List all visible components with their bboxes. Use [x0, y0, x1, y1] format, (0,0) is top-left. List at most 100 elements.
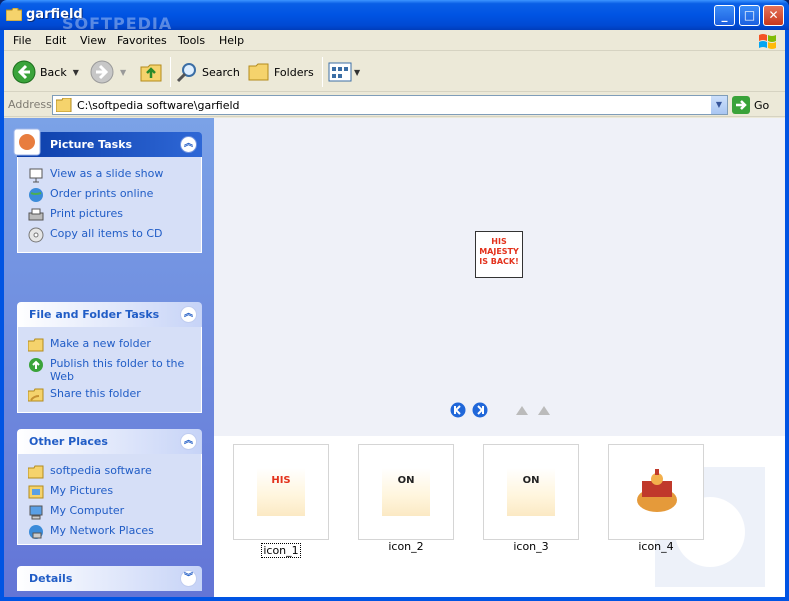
chevron-down-icon[interactable]: ▼ [120, 68, 126, 77]
globe-icon [29, 188, 43, 202]
go-arrow-icon [732, 96, 750, 114]
thumbnail-frame: ON [358, 444, 454, 540]
menu-view[interactable]: View [80, 34, 106, 47]
thumbnail[interactable]: HIS icon_1 [233, 444, 329, 558]
up-folder-button[interactable] [140, 58, 162, 86]
thumbnail[interactable]: ON icon_3 [483, 444, 579, 553]
next-image-icon[interactable] [472, 402, 488, 418]
thumbnail-image: ON [507, 468, 555, 516]
place-my-network[interactable]: My Network Places [28, 524, 201, 540]
folders-button[interactable]: Folders [248, 58, 314, 86]
maximize-button[interactable]: □ [739, 5, 760, 26]
rotate-clockwise-icon[interactable] [514, 403, 530, 417]
task-pane: Picture Tasks ︽ View as a slide show Ord… [4, 118, 214, 597]
go-label: Go [754, 98, 770, 112]
back-label: Back [40, 65, 67, 79]
other-places-title: Other Places [29, 435, 108, 448]
title-bar[interactable]: garfield SOFTPEDIA _ □ ✕ [0, 0, 789, 33]
task-label: Publish this folder to the Web [50, 357, 185, 383]
network-places-icon [29, 525, 43, 539]
task-print-pictures[interactable]: Print pictures [28, 207, 201, 223]
menu-edit[interactable]: Edit [45, 34, 66, 47]
thumbnail[interactable]: ON icon_2 [358, 444, 454, 553]
task-label: Order prints online [50, 187, 154, 200]
minimize-button[interactable]: _ [714, 5, 735, 26]
file-folder-tasks-body: Make a new folder Publish this folder to… [17, 327, 202, 413]
task-slideshow[interactable]: View as a slide show [28, 167, 201, 183]
collapse-icon[interactable]: ︽ [180, 433, 197, 450]
details-header[interactable]: Details ︾ [17, 566, 202, 591]
go-button[interactable]: Go [732, 96, 769, 114]
computer-icon [29, 505, 43, 520]
picture-tasks-panel: Picture Tasks ︽ View as a slide show Ord… [13, 128, 202, 253]
picture-tasks-header[interactable]: Picture Tasks ︽ [13, 128, 202, 157]
task-share-folder[interactable]: Share this folder [28, 387, 201, 403]
forward-arrow-icon [90, 60, 114, 84]
file-folder-tasks-header[interactable]: File and Folder Tasks ︽ [17, 302, 202, 327]
task-order-prints[interactable]: Order prints online [28, 187, 201, 203]
chevron-down-icon[interactable]: ▼ [73, 68, 79, 77]
filmstrip: HIS icon_1 ON icon_2 ON icon_3 icon_4 [214, 438, 785, 597]
place-my-pictures[interactable]: My Pictures [28, 484, 201, 500]
menu-file[interactable]: File [13, 34, 31, 47]
expand-icon[interactable]: ︾ [180, 570, 197, 587]
task-label: Copy all items to CD [50, 227, 163, 240]
publish-globe-icon [29, 358, 43, 372]
task-publish-web[interactable]: Publish this folder to the Web [28, 357, 201, 383]
filmstrip-view: HIS MAJESTY IS BACK! HIS icon_1 ON icon_… [214, 118, 785, 597]
new-folder-icon [28, 338, 44, 352]
preview-image: HIS MAJESTY IS BACK! [475, 231, 523, 278]
close-icon: ✕ [768, 8, 779, 22]
address-input[interactable]: C:\softpedia software\garfield ▼ [52, 95, 728, 115]
views-button[interactable]: ▼ [328, 58, 360, 86]
folders-label: Folders [274, 65, 314, 79]
my-pictures-icon [28, 485, 44, 499]
details-title: Details [29, 572, 73, 585]
menu-favorites[interactable]: Favorites [117, 34, 167, 47]
back-arrow-icon [12, 60, 36, 84]
menu-bar: File Edit View Favorites Tools Help [4, 30, 785, 51]
details-panel: Details ︾ [17, 566, 202, 591]
filmstrip-controls [450, 402, 552, 418]
other-places-panel: Other Places ︽ softpedia software My Pic… [17, 429, 202, 545]
place-label: softpedia software [50, 464, 152, 477]
collapse-icon[interactable]: ︽ [180, 136, 197, 153]
close-button[interactable]: ✕ [763, 5, 784, 26]
cd-icon [28, 227, 44, 243]
other-places-header[interactable]: Other Places ︽ [17, 429, 202, 454]
printer-icon [28, 208, 44, 221]
forward-button[interactable]: ▼ [90, 58, 126, 86]
picture-tasks-title: Picture Tasks [50, 138, 133, 151]
back-button[interactable]: Back ▼ [12, 58, 79, 86]
address-dropdown-button[interactable]: ▼ [710, 96, 727, 114]
toolbar-separator [322, 57, 323, 87]
task-new-folder[interactable]: Make a new folder [28, 337, 201, 353]
place-my-computer[interactable]: My Computer [28, 504, 201, 520]
task-copy-cd[interactable]: Copy all items to CD [28, 227, 201, 243]
rotate-counterclockwise-icon[interactable] [536, 403, 552, 417]
menu-help[interactable]: Help [219, 34, 244, 47]
picture-tasks-body: View as a slide show Order prints online… [17, 157, 202, 253]
menu-tools[interactable]: Tools [178, 34, 205, 47]
share-folder-icon [28, 388, 44, 402]
window-client: File Edit View Favorites Tools Help Back [4, 30, 785, 597]
task-label: Print pictures [50, 207, 123, 220]
search-button[interactable]: Search [176, 58, 240, 86]
folders-icon [248, 63, 269, 81]
search-label: Search [202, 65, 240, 79]
thumbnail-frame [608, 444, 704, 540]
address-path: C:\softpedia software\garfield [77, 99, 240, 112]
place-softpedia-software[interactable]: softpedia software [28, 464, 201, 480]
thumbnail[interactable]: icon_4 [608, 444, 704, 553]
chevron-down-icon[interactable]: ▼ [354, 68, 360, 77]
thumbnail-caption: icon_2 [388, 540, 424, 553]
garfield-cake-image [637, 469, 677, 512]
file-folder-tasks-title: File and Folder Tasks [29, 308, 160, 321]
previous-image-icon[interactable] [450, 402, 466, 418]
thumbnail-image: HIS [257, 468, 305, 516]
windows-logo-icon [759, 34, 776, 49]
collapse-icon[interactable]: ︽ [180, 306, 197, 323]
place-label: My Network Places [50, 524, 154, 537]
thumbnail-caption: icon_4 [638, 540, 674, 553]
standard-toolbar: Back ▼ ▼ Search Folders ▼ [4, 52, 785, 92]
